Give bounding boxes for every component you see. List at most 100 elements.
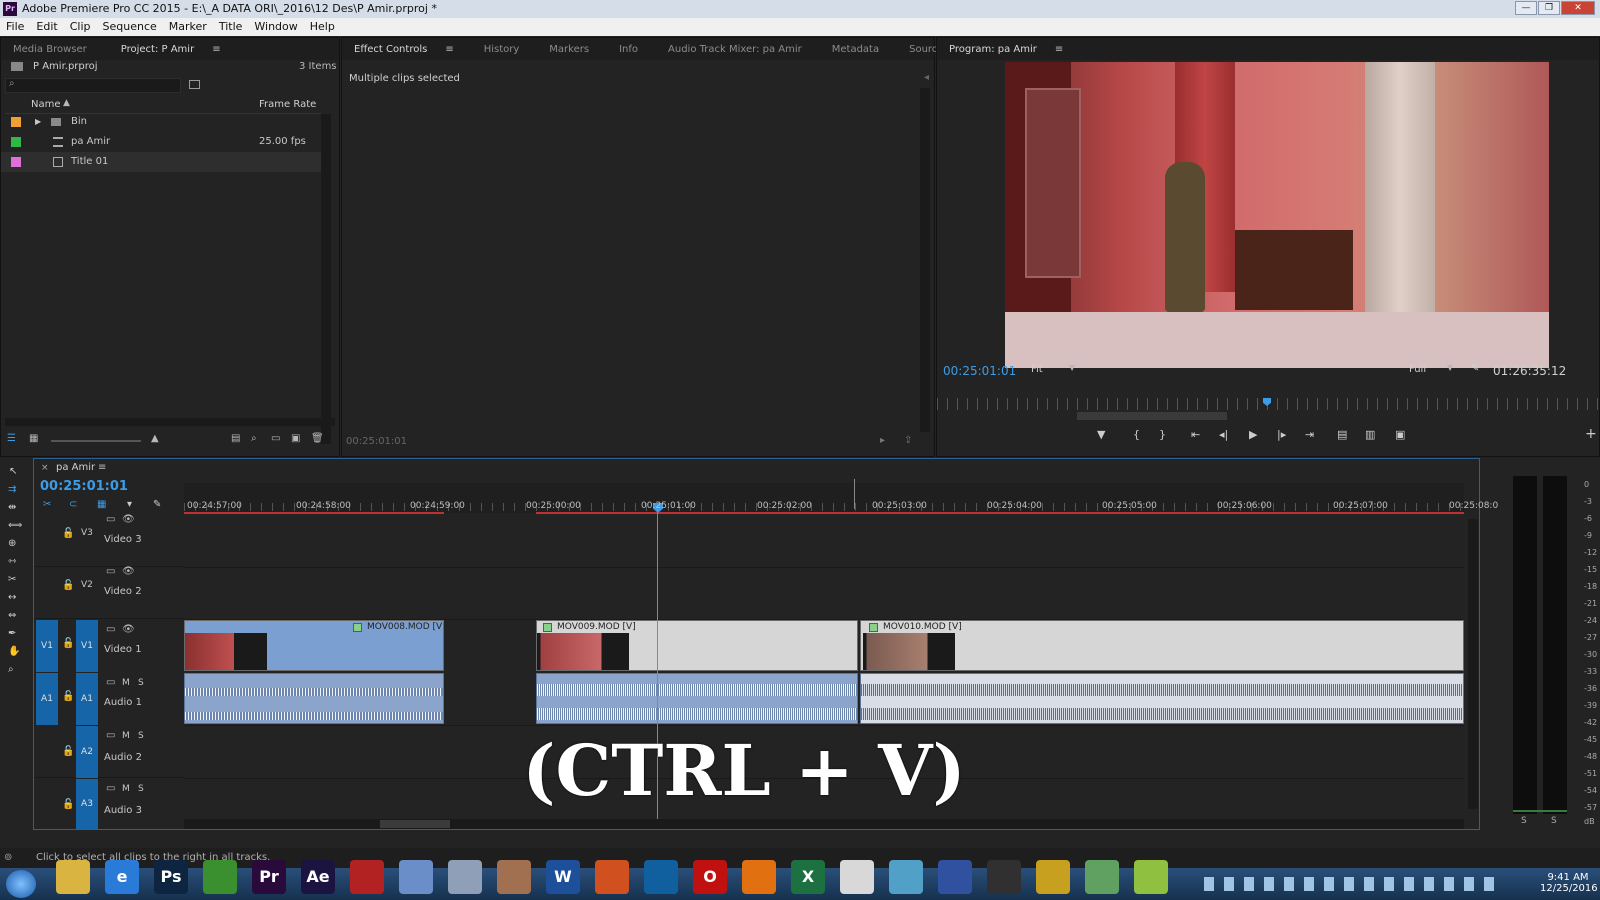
- lock-icon[interactable]: 🔓: [62, 799, 74, 810]
- panel-menu-icon[interactable]: ≡: [1043, 44, 1075, 55]
- menu-marker[interactable]: Marker: [169, 18, 207, 36]
- audio-clip-mov010[interactable]: [860, 673, 1464, 724]
- effect-scrollbar[interactable]: [920, 88, 930, 432]
- sort-icons-icon[interactable]: ▲: [151, 433, 159, 444]
- solo-button[interactable]: S: [138, 784, 144, 794]
- menu-clip[interactable]: Clip: [70, 18, 91, 36]
- voice-over-icon[interactable]: ▭: [106, 783, 115, 794]
- slip-tool-icon[interactable]: ↔: [8, 592, 16, 603]
- word-icon[interactable]: W: [546, 860, 580, 894]
- flash-icon[interactable]: [350, 860, 384, 894]
- ripple-edit-tool-icon[interactable]: ⇹: [8, 502, 16, 513]
- menu-sequence[interactable]: Sequence: [103, 18, 157, 36]
- linked-selection-icon[interactable]: ⊂: [69, 499, 77, 510]
- play-icon[interactable]: ▶: [1249, 428, 1257, 441]
- voice-over-icon[interactable]: ▭: [106, 730, 115, 741]
- settings-wrench-icon[interactable]: ✎: [1471, 363, 1479, 374]
- minimize-button[interactable]: —: [1515, 1, 1537, 15]
- column-frame-rate[interactable]: Frame Rate: [259, 99, 316, 110]
- pen-tool-icon[interactable]: ✒: [8, 628, 16, 639]
- new-bin-icon[interactable]: ▭: [271, 433, 280, 444]
- track-target-v1[interactable]: V1: [76, 620, 98, 672]
- excel-icon[interactable]: X: [791, 860, 825, 894]
- panel-menu-icon[interactable]: ≡: [433, 44, 465, 55]
- panel-menu-icon[interactable]: ≡: [98, 462, 106, 473]
- utility-app-icon[interactable]: [1036, 860, 1070, 894]
- icon-view-icon[interactable]: ▦: [29, 433, 38, 444]
- network-app-icon[interactable]: [1085, 860, 1119, 894]
- timeline-h-scrollbar[interactable]: [184, 819, 1464, 829]
- lock-icon[interactable]: 🔓: [62, 528, 74, 539]
- calculator-icon[interactable]: [448, 860, 482, 894]
- files-app-icon[interactable]: [889, 860, 923, 894]
- scrollbar-thumb[interactable]: [380, 820, 450, 828]
- tab-program[interactable]: Program: pa Amir: [937, 44, 1049, 55]
- lock-icon[interactable]: 🔓: [62, 580, 74, 591]
- project-h-scrollbar[interactable]: [5, 418, 335, 426]
- mark-out-icon[interactable]: }: [1159, 428, 1166, 441]
- internet-explorer-icon[interactable]: e: [105, 860, 139, 894]
- selection-tool-icon[interactable]: ↖: [9, 466, 17, 477]
- menu-edit[interactable]: Edit: [36, 18, 57, 36]
- rolling-edit-tool-icon[interactable]: ⟺: [8, 520, 22, 531]
- menu-file[interactable]: File: [6, 18, 24, 36]
- rate-tool-icon[interactable]: ⇿: [8, 556, 16, 567]
- menu-window[interactable]: Window: [254, 18, 297, 36]
- sync-lock-icon[interactable]: ▭: [106, 566, 115, 577]
- extract-icon[interactable]: ▥: [1365, 428, 1375, 441]
- hand-tool-icon[interactable]: ✋: [8, 646, 20, 657]
- new-bin-icon[interactable]: [189, 80, 200, 89]
- mute-button[interactable]: M: [122, 731, 130, 741]
- media-app-icon[interactable]: [595, 860, 629, 894]
- timeline-v-scrollbar[interactable]: [1468, 519, 1478, 809]
- tab-project[interactable]: Project: P Amir: [109, 44, 206, 55]
- timeline-playhead-timecode[interactable]: 00:25:01:01: [40, 479, 128, 494]
- export-frame-icon[interactable]: ▣: [1395, 428, 1405, 441]
- menu-title[interactable]: Title: [219, 18, 243, 36]
- mute-button[interactable]: M: [122, 784, 130, 794]
- after-effects-icon[interactable]: Ae: [301, 860, 335, 894]
- go-to-in-icon[interactable]: ⇤: [1191, 428, 1200, 441]
- tab-audio-track-mixer[interactable]: Audio Track Mixer: pa Amir: [656, 44, 814, 55]
- maximize-button[interactable]: ❐: [1538, 1, 1560, 15]
- eye-icon[interactable]: 👁: [122, 514, 135, 525]
- project-scrollbar[interactable]: [321, 114, 331, 444]
- expand-arrow-icon[interactable]: ▶: [35, 112, 41, 132]
- zoom-slider[interactable]: [51, 440, 141, 442]
- add-marker-icon[interactable]: ▾: [127, 499, 132, 510]
- timeline-settings-wrench-icon[interactable]: ✎: [153, 499, 161, 510]
- solo-right-button[interactable]: S: [1551, 816, 1557, 826]
- list-view-icon[interactable]: ☰: [7, 433, 16, 444]
- mark-in-icon[interactable]: {: [1133, 428, 1140, 441]
- filter-icon[interactable]: ▸: [880, 435, 885, 446]
- voice-over-icon[interactable]: ▭: [106, 677, 115, 688]
- paint-icon[interactable]: [399, 860, 433, 894]
- video-clip-mov009[interactable]: MOV009.MOD [V]: [536, 620, 858, 671]
- audio-app-icon[interactable]: [938, 860, 972, 894]
- step-forward-icon[interactable]: |▸: [1277, 428, 1286, 441]
- solo-button[interactable]: S: [138, 731, 144, 741]
- system-tray-icons[interactable]: [1204, 877, 1504, 891]
- playback-resolution-dropdown[interactable]: Full ▼: [1409, 363, 1459, 378]
- premiere-pro-icon[interactable]: Pr: [252, 860, 286, 894]
- trash-icon[interactable]: 🗑: [311, 433, 324, 444]
- snap-icon[interactable]: ✂: [43, 499, 51, 510]
- collapse-arrow-icon[interactable]: ◂: [924, 72, 929, 83]
- project-item-bin[interactable]: ▶ Bin: [1, 112, 321, 132]
- track-target-a1[interactable]: A1: [76, 673, 98, 725]
- green-app-icon[interactable]: [203, 860, 237, 894]
- tab-info[interactable]: Info: [607, 44, 650, 55]
- lock-icon[interactable]: 🔓: [62, 691, 74, 702]
- close-tab-icon[interactable]: ×: [41, 463, 49, 473]
- source-patch-a1[interactable]: A1: [36, 673, 58, 725]
- sort-ascending-icon[interactable]: ▲: [63, 98, 70, 108]
- tools-icon[interactable]: [497, 860, 531, 894]
- solo-left-button[interactable]: S: [1521, 816, 1527, 826]
- tab-sequence[interactable]: pa Amir: [56, 462, 95, 473]
- tab-effect-controls[interactable]: Effect Controls: [342, 44, 439, 55]
- zoom-tool-icon[interactable]: ⌕: [8, 664, 14, 675]
- tab-metadata[interactable]: Metadata: [820, 44, 891, 55]
- nest-insert-icon[interactable]: ▦: [97, 499, 106, 510]
- column-name[interactable]: Name: [31, 99, 61, 110]
- audio-clip-mov008[interactable]: [184, 673, 444, 724]
